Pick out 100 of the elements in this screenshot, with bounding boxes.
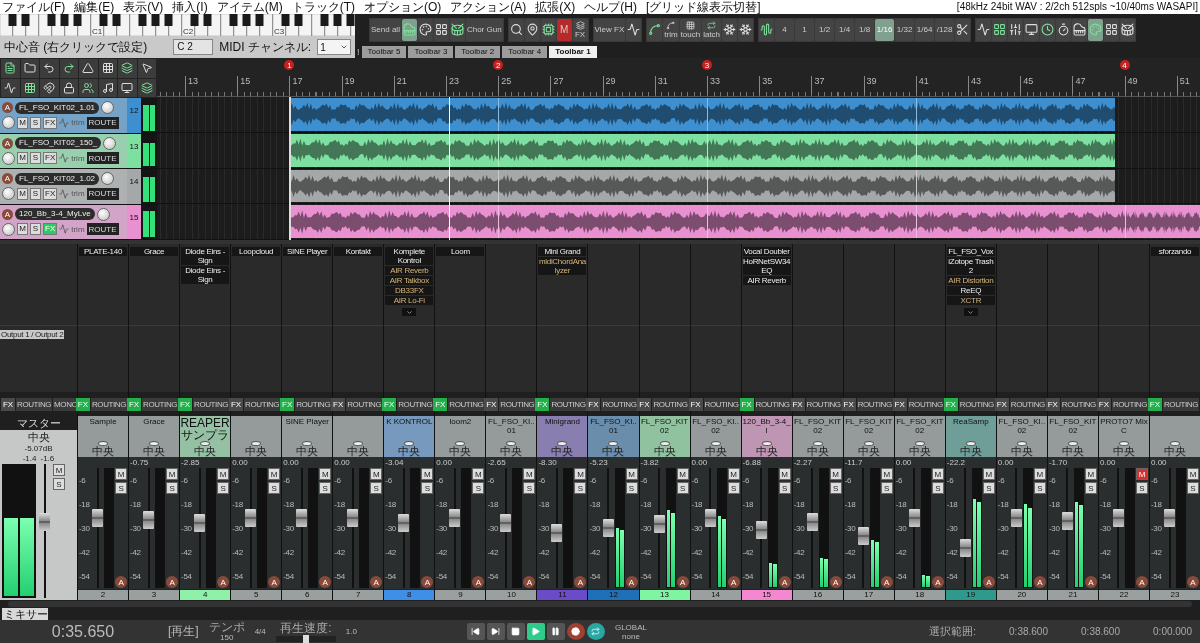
mute-button[interactable]: M bbox=[1084, 468, 1097, 480]
mute-button[interactable]: M bbox=[625, 468, 638, 480]
toolbar-button[interactable] bbox=[1088, 18, 1104, 41]
toolbar-button[interactable] bbox=[722, 18, 738, 41]
solo-button[interactable]: S bbox=[931, 482, 944, 494]
pan-knob[interactable] bbox=[200, 441, 211, 446]
fx-button[interactable]: FX bbox=[43, 187, 58, 200]
pan-knob[interactable] bbox=[251, 441, 262, 446]
media-item[interactable] bbox=[289, 133, 500, 167]
tool-button[interactable] bbox=[137, 59, 156, 78]
fx-slot[interactable]: Mini Grand bbox=[538, 247, 587, 256]
routing-button[interactable]: ROUTING bbox=[1060, 397, 1097, 411]
automation-button[interactable]: A bbox=[1033, 576, 1046, 588]
media-item[interactable] bbox=[498, 133, 708, 167]
fx-slot[interactable]: DB33FX bbox=[385, 286, 434, 295]
mixer-tab[interactable]: ミキサー bbox=[2, 608, 48, 620]
mute-button[interactable]: M bbox=[166, 468, 179, 480]
menu-item[interactable]: 挿入(I) bbox=[172, 0, 208, 14]
fx-button[interactable]: FX bbox=[43, 116, 58, 129]
routing-button[interactable]: ROUTING bbox=[90, 397, 128, 411]
solo-button[interactable]: S bbox=[574, 482, 587, 494]
automation-button[interactable]: A bbox=[778, 576, 791, 588]
automation-button[interactable]: A bbox=[2, 173, 13, 185]
fader-thumb[interactable] bbox=[857, 527, 869, 546]
solo-button[interactable]: S bbox=[727, 482, 740, 494]
toolbar-button[interactable]: View FX bbox=[593, 18, 626, 41]
routing-button[interactable]: ROUTING bbox=[142, 397, 179, 411]
pan-knob[interactable] bbox=[1016, 441, 1027, 446]
tool-button[interactable] bbox=[59, 59, 78, 78]
toolbar-button[interactable]: 1/64 bbox=[915, 18, 935, 41]
fx-slot[interactable]: AIR Talkbox bbox=[385, 276, 434, 285]
routing-button[interactable]: ROUTING bbox=[448, 397, 485, 411]
pan-knob[interactable] bbox=[506, 441, 517, 446]
toolbar-button[interactable] bbox=[1024, 18, 1040, 41]
routing-button[interactable]: ROUTING bbox=[958, 397, 995, 411]
tool-button[interactable] bbox=[40, 78, 59, 97]
marker[interactable]: 4 bbox=[1119, 60, 1130, 70]
routing-button[interactable]: ROUTING bbox=[499, 397, 536, 411]
fader-thumb[interactable] bbox=[1113, 508, 1124, 527]
solo-button[interactable]: S bbox=[370, 482, 383, 494]
pan-knob[interactable] bbox=[710, 441, 721, 446]
menu-item[interactable]: オプション(O) bbox=[364, 0, 442, 14]
toolbar-button[interactable] bbox=[540, 18, 556, 41]
fx-slot[interactable]: Kontakt bbox=[334, 247, 383, 256]
solo-button[interactable]: S bbox=[30, 116, 41, 129]
track-name-field[interactable]: FL_FSO_KIT02_150_ bbox=[15, 137, 102, 150]
automation-button[interactable]: A bbox=[2, 102, 13, 114]
mute-button[interactable]: M bbox=[1033, 468, 1046, 480]
automation-button[interactable]: A bbox=[1187, 576, 1200, 588]
solo-button[interactable]: S bbox=[1187, 482, 1200, 494]
route-button[interactable]: ROUTE bbox=[86, 187, 119, 200]
toolbar-button[interactable]: M bbox=[556, 18, 572, 41]
routing-button[interactable]: ROUTING bbox=[601, 397, 638, 411]
fader-thumb[interactable] bbox=[755, 521, 767, 540]
menu-item[interactable]: 表示(V) bbox=[123, 0, 164, 14]
tool-button[interactable] bbox=[20, 78, 39, 97]
toolbar-button[interactable] bbox=[976, 18, 992, 41]
fx-slot[interactable]: sforzando bbox=[1151, 247, 1200, 256]
media-item[interactable] bbox=[915, 169, 1116, 203]
fx-button[interactable]: FX bbox=[484, 397, 499, 411]
toolbar-button[interactable] bbox=[992, 18, 1008, 41]
solo-button[interactable]: S bbox=[30, 223, 41, 236]
menu-item[interactable]: アクション(A) bbox=[450, 0, 527, 14]
fx-slot[interactable]: SINE Player bbox=[283, 247, 332, 256]
routing-button[interactable]: ROUTING bbox=[1162, 397, 1200, 411]
toolbar-button[interactable] bbox=[1056, 18, 1072, 41]
pan-knob[interactable] bbox=[2, 151, 15, 165]
mute-button[interactable]: M bbox=[829, 468, 842, 480]
media-item[interactable] bbox=[915, 133, 1116, 167]
routing-button[interactable]: ROUTING bbox=[550, 397, 587, 411]
tool-button[interactable] bbox=[118, 78, 137, 97]
mute-button[interactable]: M bbox=[421, 468, 434, 480]
transport-button[interactable] bbox=[546, 623, 565, 640]
automation-button[interactable]: A bbox=[1136, 576, 1148, 588]
fader-thumb[interactable] bbox=[245, 508, 257, 527]
routing-button[interactable]: ROUTING bbox=[805, 397, 842, 411]
toolbar-tab[interactable]: Toolbar 4 bbox=[502, 45, 548, 58]
solo-button[interactable]: S bbox=[1084, 482, 1097, 494]
toolbar-button[interactable] bbox=[1120, 18, 1136, 41]
fx-button[interactable]: FX bbox=[586, 397, 601, 411]
mute-button[interactable]: M bbox=[982, 468, 995, 480]
tool-button[interactable] bbox=[79, 78, 98, 97]
transport-button[interactable] bbox=[526, 623, 545, 640]
pan-knob[interactable] bbox=[557, 441, 568, 446]
toolbar-button[interactable]: latch bbox=[702, 18, 722, 41]
pan-knob[interactable] bbox=[812, 441, 823, 446]
toolbar-button[interactable] bbox=[417, 18, 433, 41]
automation-button[interactable]: A bbox=[931, 576, 944, 588]
mute-button[interactable]: M bbox=[17, 223, 28, 236]
transport-button[interactable] bbox=[566, 623, 585, 640]
transport-button[interactable] bbox=[486, 623, 505, 640]
pan-knob[interactable] bbox=[914, 441, 925, 446]
fader-thumb[interactable] bbox=[806, 512, 818, 531]
fader-thumb[interactable] bbox=[704, 508, 716, 527]
fader-thumb[interactable] bbox=[551, 524, 563, 543]
routing-button[interactable]: ROUTING bbox=[652, 397, 689, 411]
pan-knob[interactable] bbox=[965, 441, 976, 446]
toolbar-button[interactable] bbox=[738, 18, 754, 41]
piano-keyboard-drawing[interactable]: C1 C2 C3 bbox=[0, 14, 355, 36]
route-button[interactable]: ROUTE bbox=[86, 223, 119, 236]
